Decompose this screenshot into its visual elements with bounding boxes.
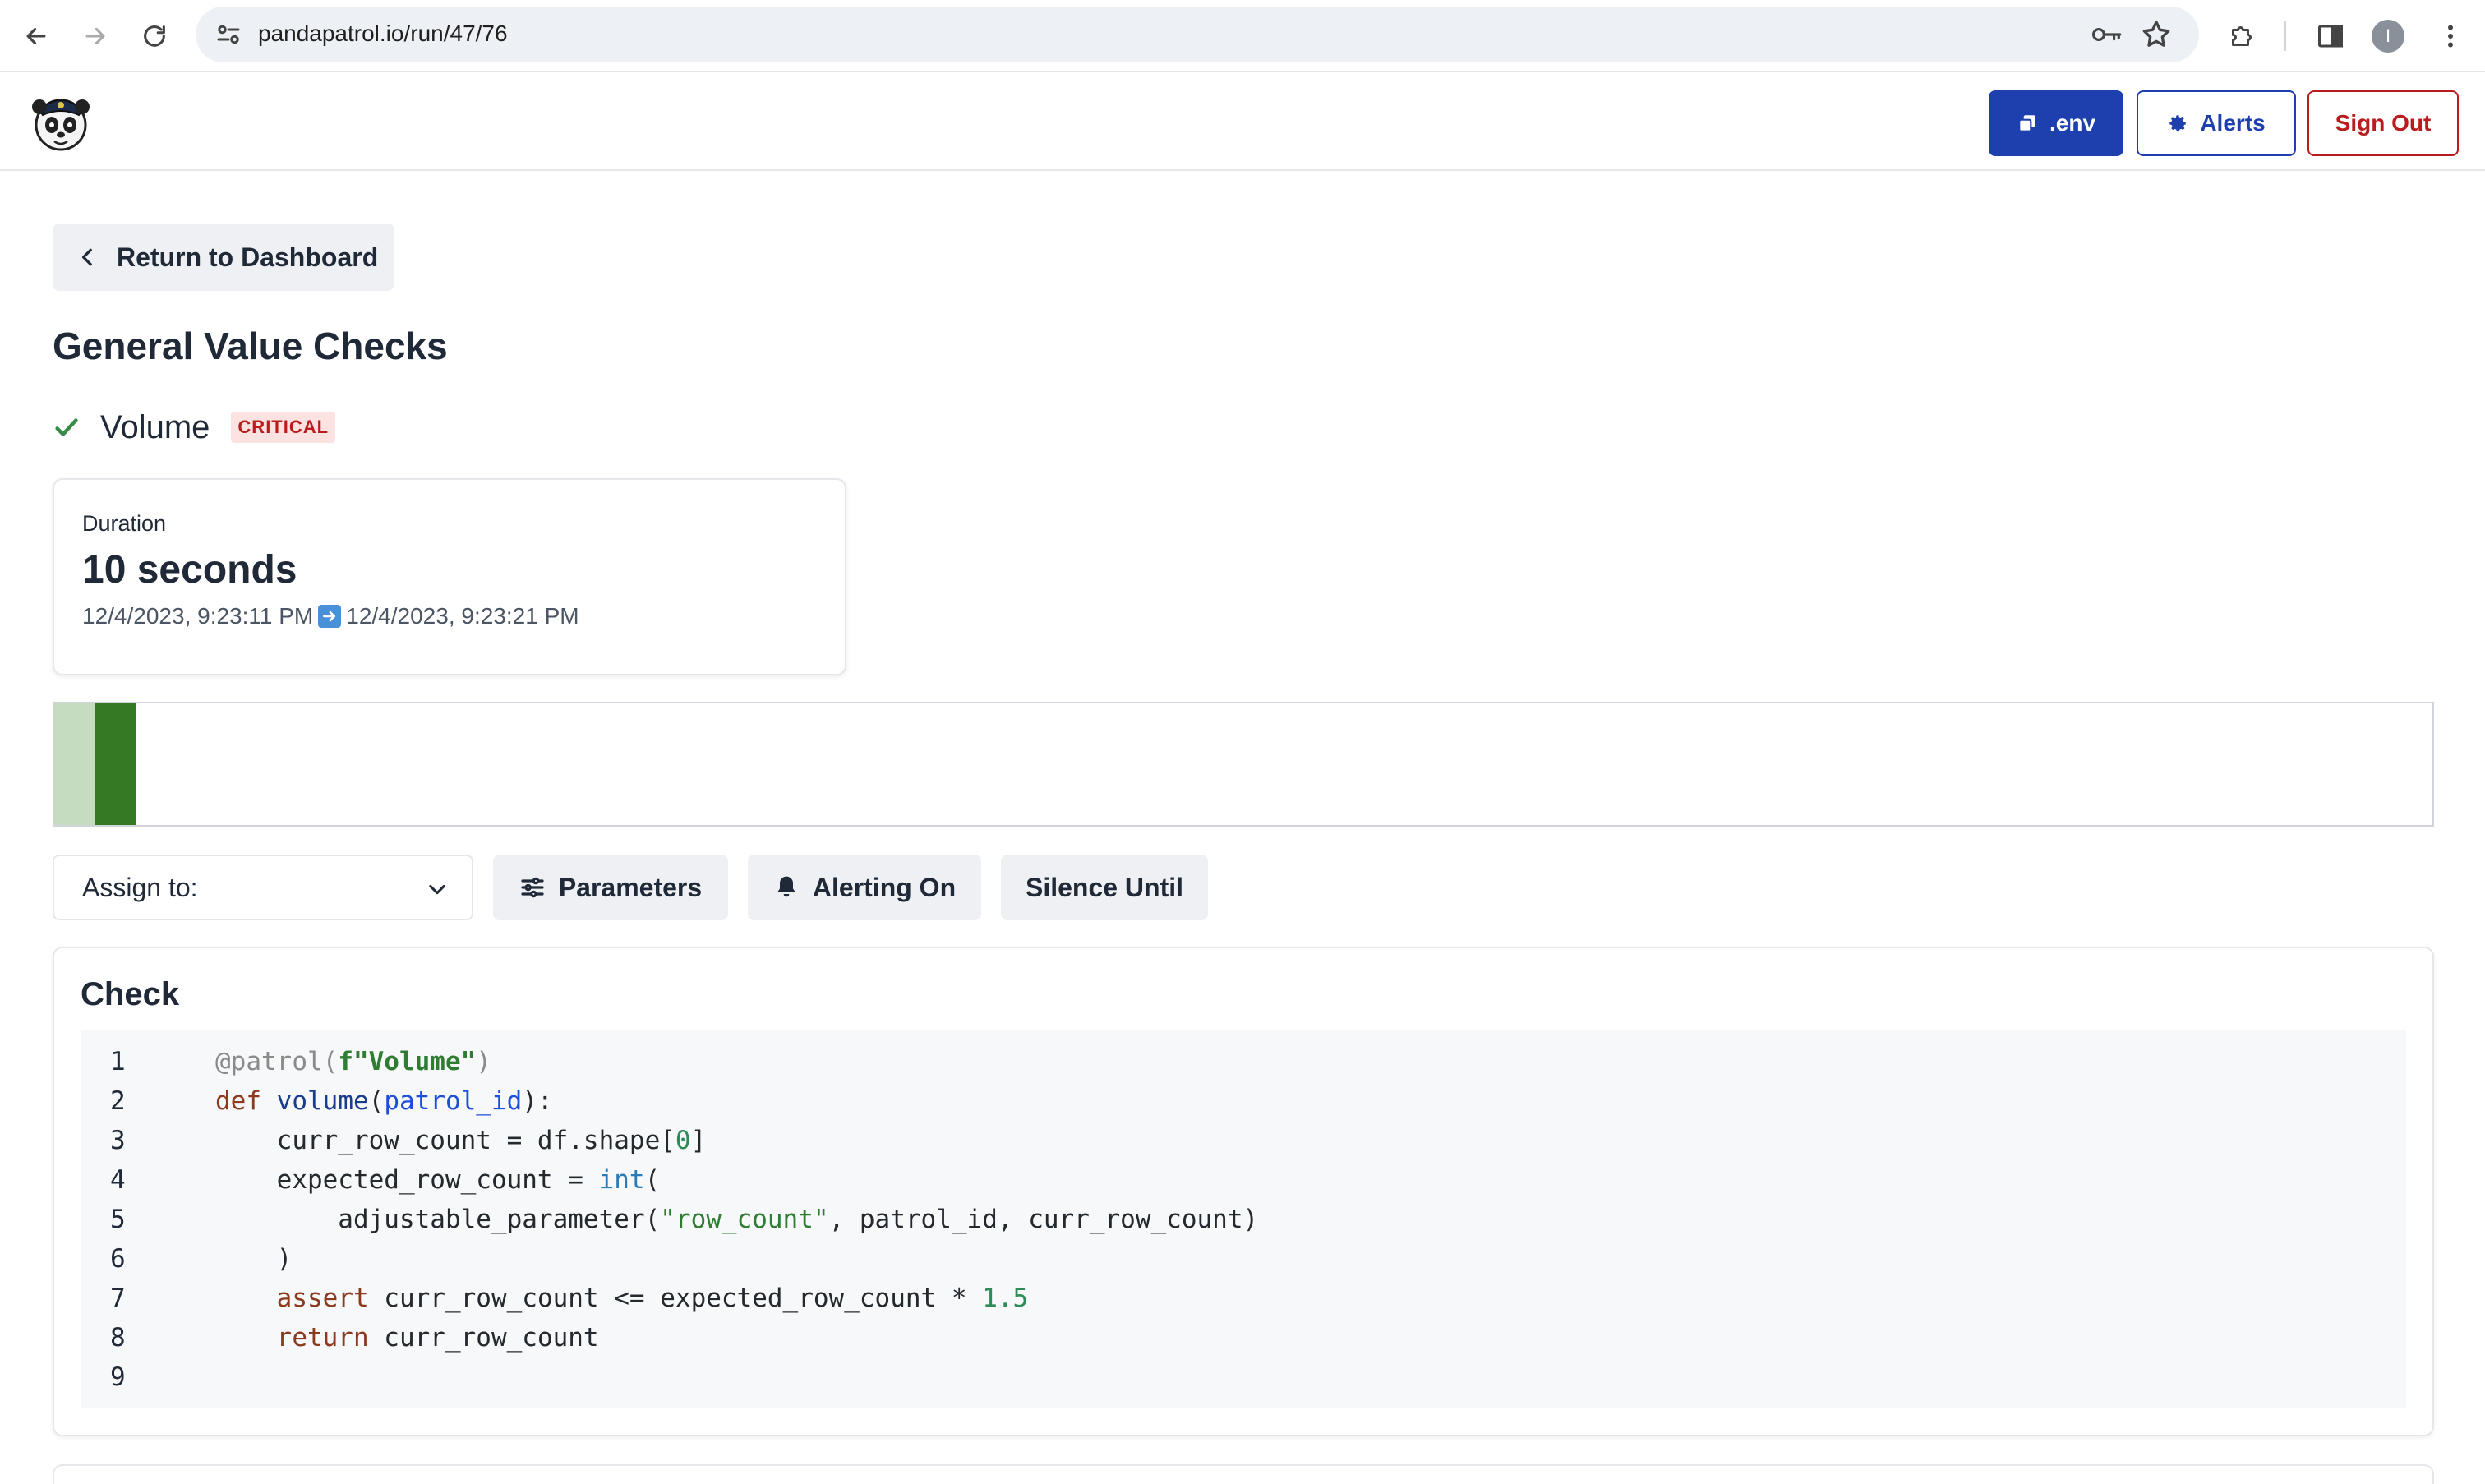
code-line: 9 — [81, 1357, 146, 1397]
code-line: 1 @patrol(f"Volume") — [81, 1042, 491, 1081]
duration-start: 12/4/2023, 9:23:11 PM — [82, 603, 314, 629]
side-panel-button[interactable] — [2311, 16, 2350, 56]
address-bar[interactable]: pandapatrol.io/run/47/76 — [196, 7, 2199, 62]
url-text[interactable]: pandapatrol.io/run/47/76 — [258, 21, 508, 47]
timeline-run-bar[interactable] — [54, 703, 95, 825]
silence-until-button[interactable]: Silence Until — [1001, 855, 1208, 920]
return-label: Return to Dashboard — [117, 242, 379, 272]
line-number: 4 — [110, 1165, 126, 1195]
silence-label: Silence Until — [1025, 872, 1184, 902]
code-line: 7 assert curr_row_count <= expected_row_… — [81, 1279, 1028, 1318]
line-number: 1 — [110, 1047, 126, 1076]
assign-to-select[interactable]: Assign to: — [53, 855, 473, 920]
code-line: 2 def volume(patrol_id): — [81, 1081, 553, 1121]
puzzle-icon — [2232, 26, 2252, 46]
app-header: .env Alerts Sign Out — [0, 74, 2485, 171]
code-line: 3 curr_row_count = df.shape[0] — [81, 1121, 706, 1160]
alerts-button[interactable]: Alerts — [2137, 90, 2296, 156]
timeline-run-bar[interactable] — [95, 703, 136, 825]
code-text: @patrol(f"Volume") — [215, 1047, 491, 1076]
check-passed-icon — [55, 418, 78, 436]
code-text: adjustable_parameter("row_count", patrol… — [215, 1205, 1259, 1234]
line-number: 3 — [110, 1126, 126, 1155]
code-text: def volume(patrol_id): — [215, 1086, 553, 1116]
check-name: Volume — [100, 408, 210, 445]
key-icon[interactable] — [2091, 20, 2123, 49]
alerting-label: Alerting On — [812, 872, 957, 902]
duration-value: 10 seconds — [82, 548, 297, 592]
code-text: curr_row_count = df.shape[0] — [215, 1126, 707, 1155]
back-button[interactable] — [16, 16, 56, 56]
bell-icon — [777, 876, 795, 897]
check-panel-title: Check — [81, 976, 180, 1012]
code-text: expected_row_count = int( — [215, 1165, 661, 1195]
side-panel-icon — [2318, 25, 2343, 48]
severity-badge: CRITICAL — [231, 412, 336, 443]
sign-out-label: Sign Out — [2335, 110, 2432, 136]
check-header: Volume CRITICAL — [53, 408, 336, 447]
code-line: 5 adjustable_parameter("row_count", patr… — [81, 1200, 1258, 1239]
site-settings-icon[interactable] — [214, 20, 243, 49]
env-button[interactable]: .env — [1989, 90, 2123, 156]
gear-icon — [2169, 115, 2187, 132]
return-to-dashboard-button[interactable]: Return to Dashboard — [53, 224, 394, 291]
panda-patrol-logo[interactable] — [28, 89, 94, 154]
line-number: 6 — [110, 1244, 126, 1274]
code-block[interactable]: 1 @patrol(f"Volume") 2 def volume(patrol… — [81, 1030, 2406, 1408]
line-number: 5 — [110, 1205, 126, 1234]
duration-end: 12/4/2023, 9:23:21 PM — [346, 603, 579, 629]
chevron-left-icon — [81, 248, 92, 266]
browser-menu-button[interactable] — [2431, 16, 2470, 56]
sliders-icon — [521, 877, 544, 898]
sign-out-button[interactable]: Sign Out — [2308, 90, 2459, 156]
reload-button[interactable] — [135, 16, 174, 56]
bookmark-star-icon[interactable] — [2140, 18, 2173, 51]
arrow-left-icon — [26, 27, 46, 45]
chevron-down-icon — [429, 884, 445, 895]
code-line: 4 expected_row_count = int( — [81, 1160, 660, 1200]
code-text: ) — [215, 1244, 293, 1274]
copy-icon — [2018, 115, 2035, 132]
code-text: assert curr_row_count <= expected_row_co… — [215, 1284, 1029, 1313]
line-number: 7 — [110, 1284, 126, 1313]
env-button-label: .env — [2049, 110, 2096, 136]
line-number: 9 — [110, 1362, 126, 1392]
duration-label: Duration — [82, 511, 167, 536]
extensions-button[interactable] — [2222, 16, 2261, 56]
parameters-button[interactable]: Parameters — [493, 855, 728, 920]
browser-chrome: pandapatrol.io/run/47/76 I — [0, 0, 2485, 72]
line-number: 8 — [110, 1323, 126, 1353]
forward-button[interactable] — [76, 16, 115, 56]
alerts-button-label: Alerts — [2200, 110, 2266, 136]
kebab-menu-icon — [2448, 25, 2453, 48]
page-title: General Value Checks — [53, 325, 448, 367]
alerting-on-button[interactable]: Alerting On — [748, 855, 981, 920]
code-text: return curr_row_count — [215, 1323, 599, 1353]
toolbar-divider — [2284, 21, 2286, 51]
next-section-card — [53, 1464, 2434, 1484]
arrow-right-icon — [85, 27, 105, 45]
code-line: 8 return curr_row_count — [81, 1318, 599, 1357]
profile-avatar[interactable]: I — [2372, 20, 2404, 53]
code-line: 6 ) — [81, 1239, 292, 1279]
arrow-right-icon — [318, 605, 342, 628]
parameters-label: Parameters — [558, 872, 703, 902]
line-number: 2 — [110, 1086, 126, 1116]
check-panel: Check 1 @patrol(f"Volume") 2 def volume(… — [53, 947, 2434, 1436]
run-history-timeline — [53, 702, 2434, 827]
duration-card: Duration 10 seconds 12/4/2023, 9:23:11 P… — [53, 478, 846, 675]
assign-label: Assign to: — [82, 872, 198, 902]
duration-range: 12/4/2023, 9:23:11 PM 12/4/2023, 9:23:21… — [82, 603, 579, 629]
reload-icon — [144, 25, 165, 47]
